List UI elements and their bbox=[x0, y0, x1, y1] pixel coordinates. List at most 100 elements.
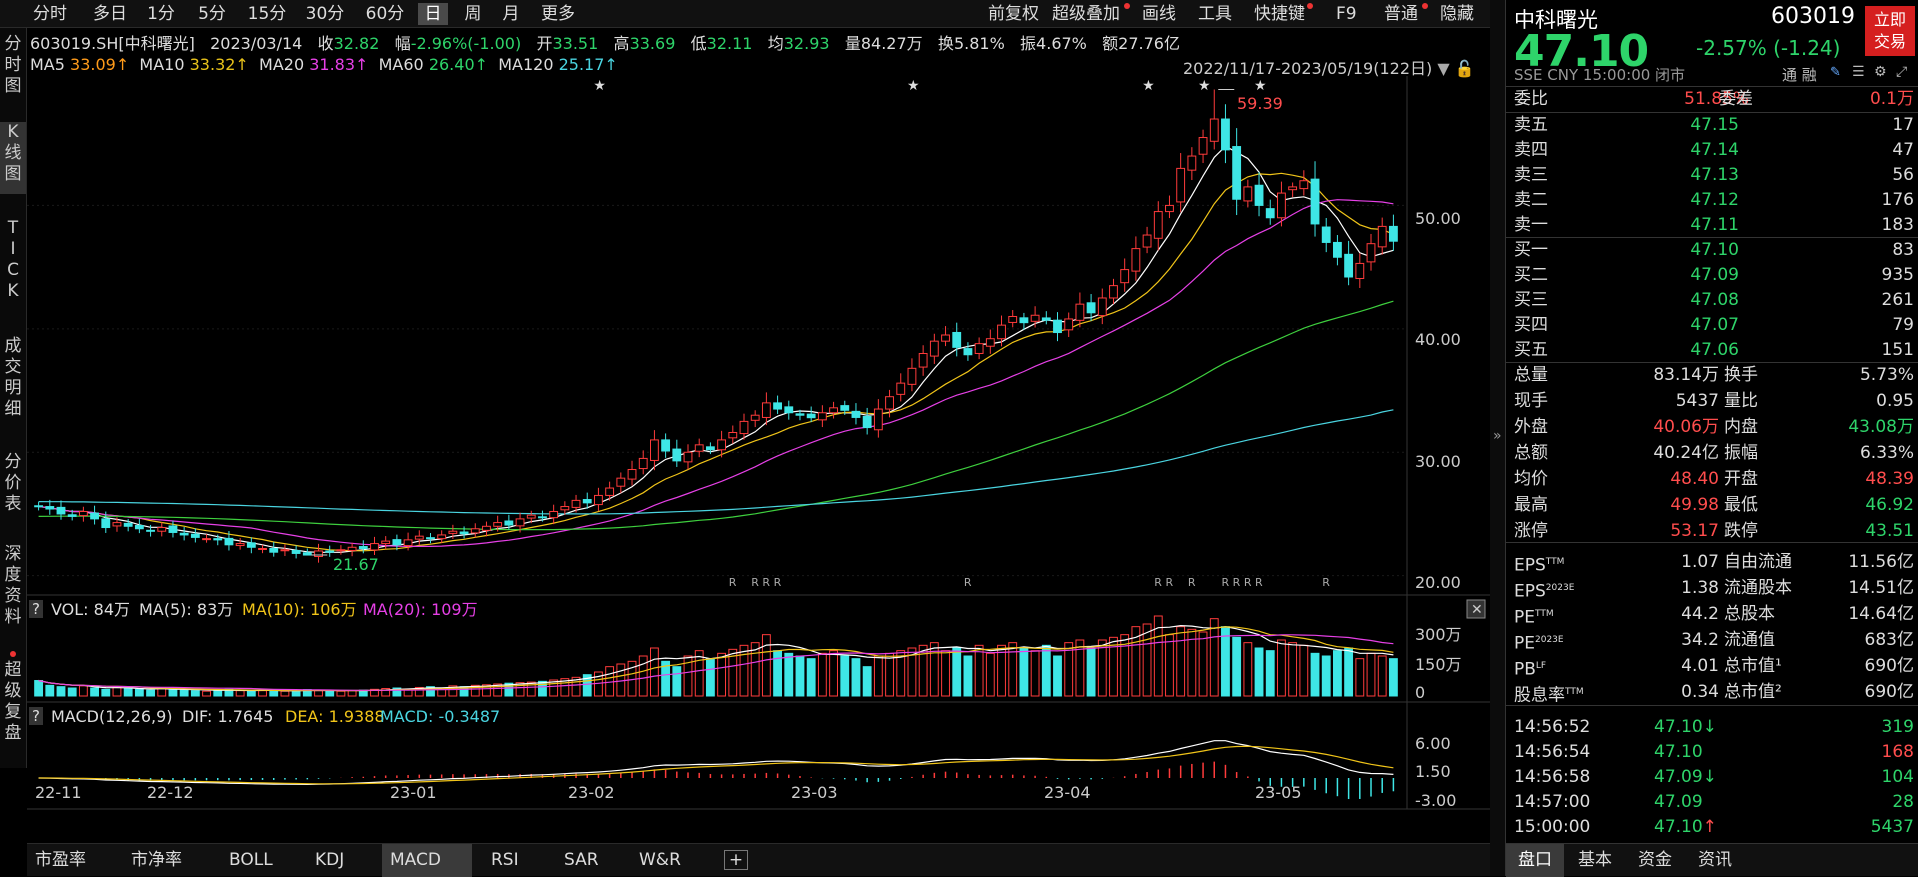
draw-line-button[interactable]: 画线 bbox=[1142, 3, 1176, 25]
: PBLF bbox=[1514, 659, 1547, 680]
bar-amount: 27.76亿 bbox=[1118, 34, 1180, 53]
tab-boll[interactable]: BOLL bbox=[221, 844, 301, 877]
candle-body bbox=[1053, 319, 1062, 334]
candle-body bbox=[1310, 178, 1320, 225]
candle-body bbox=[202, 538, 211, 541]
tab-wr[interactable]: W&R bbox=[631, 844, 711, 877]
candle-body bbox=[1299, 180, 1309, 190]
tab-rsi[interactable]: RSI bbox=[483, 844, 553, 877]
sidebar-tab-kline[interactable]: K 线 图 bbox=[0, 122, 26, 194]
candle-body bbox=[482, 525, 491, 531]
ask-price: 47.12 bbox=[1690, 190, 1739, 210]
tab-multiday[interactable]: 多日 bbox=[88, 3, 132, 25]
tab-kdj[interactable]: KDJ bbox=[307, 844, 377, 877]
tab-30min[interactable]: 30分 bbox=[304, 3, 346, 25]
candle-body bbox=[123, 522, 133, 527]
candle-body bbox=[1165, 204, 1174, 213]
: 买三 bbox=[1514, 290, 1548, 310]
tab-order-book[interactable]: 盘口 bbox=[1506, 844, 1564, 877]
trade-now-button[interactable]: 立即 交易 bbox=[1865, 6, 1915, 56]
bid-row: 买四 47.07 79 bbox=[1514, 313, 1914, 338]
bid-volume: 79 bbox=[1892, 315, 1914, 335]
candle-body bbox=[739, 420, 749, 435]
tab-more[interactable]: 更多 bbox=[536, 3, 580, 25]
x-tick: 22-12 bbox=[147, 783, 194, 802]
super-overlay-button[interactable]: 超级叠加 bbox=[1052, 3, 1120, 25]
tab-15min[interactable]: 15分 bbox=[246, 3, 288, 25]
volume-bar bbox=[101, 688, 111, 697]
dea-line bbox=[38, 745, 1394, 785]
ask-volume: 176 bbox=[1881, 190, 1914, 210]
candle-body bbox=[672, 448, 682, 462]
stat-value: 48.40 bbox=[1670, 469, 1719, 489]
candle-body bbox=[1332, 241, 1342, 258]
tab-60min[interactable]: 60分 bbox=[364, 3, 406, 25]
candle-body bbox=[358, 546, 368, 550]
candle-body bbox=[1355, 262, 1365, 279]
candle-body bbox=[616, 477, 626, 487]
candle-body bbox=[1209, 118, 1219, 142]
candle-body bbox=[974, 343, 984, 354]
mode-normal-button[interactable]: 普通 bbox=[1384, 3, 1418, 25]
marker-r: R bbox=[1322, 576, 1330, 589]
candle-body bbox=[1288, 186, 1298, 191]
bar-date: 2023/03/14 bbox=[210, 34, 303, 53]
sidebar-tab-deep-data[interactable]: 深 度 资 料 bbox=[0, 544, 26, 628]
tab-intraday[interactable]: 分时 bbox=[30, 3, 70, 25]
marker-r: R bbox=[1165, 576, 1173, 589]
bid-volume: 83 bbox=[1892, 240, 1914, 260]
f9-button[interactable]: F9 bbox=[1336, 3, 1357, 25]
tab-5min[interactable]: 5分 bbox=[195, 3, 229, 25]
tab-pe[interactable]: 市盈率 bbox=[27, 844, 119, 877]
tools-button[interactable]: 工具 bbox=[1198, 3, 1232, 25]
pencil-icon[interactable]: ✎ bbox=[1830, 65, 1841, 80]
shortcut-button[interactable]: 快捷键 bbox=[1254, 3, 1305, 25]
list-icon[interactable]: ☰ bbox=[1852, 64, 1865, 80]
stat-row: 最高 49.98 最低 46.92 bbox=[1514, 493, 1914, 518]
sidebar-tab-super-review[interactable]: 超 级 复 盘 bbox=[0, 660, 26, 744]
price-change: -2.57% (-1.24) bbox=[1696, 36, 1841, 60]
gear-icon[interactable]: ⚙ bbox=[1874, 64, 1887, 80]
chevron-right-icon[interactable]: » bbox=[1493, 428, 1502, 444]
vol-axis: 300万 bbox=[1415, 625, 1462, 644]
add-tab-icon[interactable]: + bbox=[724, 850, 748, 870]
sidebar-tab-trade-detail[interactable]: 成 交 明 细 bbox=[0, 336, 26, 420]
tab-pb[interactable]: 市净率 bbox=[123, 844, 215, 877]
tab-funds[interactable]: 资金 bbox=[1626, 844, 1684, 877]
candle-body bbox=[829, 407, 838, 414]
stat-value: 83.14万 bbox=[1653, 365, 1719, 385]
volume-bar bbox=[246, 690, 256, 697]
candle-body bbox=[750, 414, 760, 421]
tab-macd[interactable]: MACD bbox=[382, 844, 472, 877]
tab-basic[interactable]: 基本 bbox=[1566, 844, 1624, 877]
tab-news[interactable]: 资讯 bbox=[1686, 844, 1744, 877]
candle-body bbox=[1131, 248, 1141, 272]
volume-bar bbox=[705, 658, 715, 697]
tab-weekly[interactable]: 周 bbox=[458, 3, 488, 25]
stat-value: 40.24亿 bbox=[1653, 443, 1719, 463]
tab-monthly[interactable]: 月 bbox=[496, 3, 526, 25]
tick-volume: 104 bbox=[1881, 767, 1914, 787]
sidebar-tab-intraday[interactable]: 分 时 图 bbox=[0, 34, 26, 97]
close-icon: ✕ bbox=[1471, 602, 1483, 618]
candle-body bbox=[907, 367, 917, 385]
sidebar-tab-tick[interactable]: T I C K bbox=[0, 218, 26, 302]
tab-daily[interactable]: 日 bbox=[418, 3, 448, 25]
fund-row: 股息率TTM 0.34 总市值² 690亿 bbox=[1514, 680, 1914, 706]
candle-body bbox=[258, 548, 267, 551]
kline-chart[interactable]: ★ ★ ★ ★ ★R R R R R R R R R R R R R 50.00 40.00 30.00 20.… bbox=[27, 76, 1490, 843]
tab-sar[interactable]: SAR bbox=[556, 844, 626, 877]
: 流通股本 bbox=[1724, 578, 1792, 598]
bid-price: 47.10 bbox=[1690, 240, 1739, 260]
panel-splitter[interactable]: » bbox=[1490, 0, 1505, 876]
bar-turnover: 5.81% bbox=[953, 34, 1005, 53]
marker-r: R bbox=[729, 576, 737, 589]
candle-body bbox=[190, 533, 200, 538]
hide-button[interactable]: 隐藏 bbox=[1440, 3, 1474, 25]
sidebar-tab-price-table[interactable]: 分 价 表 bbox=[0, 452, 26, 515]
expand-icon[interactable]: ⤢ bbox=[1896, 64, 1907, 80]
volume-bar bbox=[1288, 642, 1298, 697]
stat-row: 总量 83.14万 换手 5.73% bbox=[1514, 363, 1914, 388]
adjust-forward-button[interactable]: 前复权 bbox=[988, 3, 1039, 25]
tab-1min[interactable]: 1分 bbox=[146, 3, 176, 25]
